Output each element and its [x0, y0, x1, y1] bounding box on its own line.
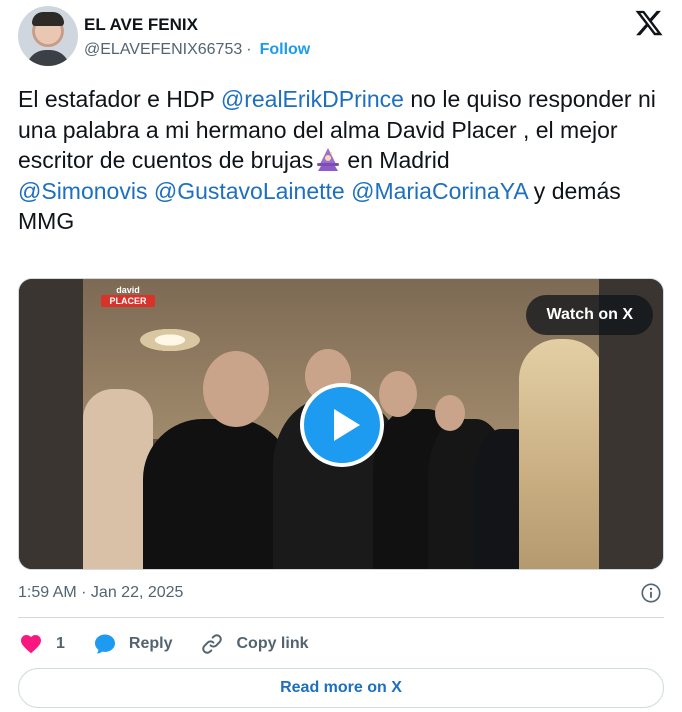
- mention-link[interactable]: @GustavoLainette: [154, 178, 345, 204]
- info-icon[interactable]: [640, 582, 662, 604]
- divider: [18, 617, 664, 618]
- watch-on-x-button[interactable]: Watch on X: [526, 295, 653, 335]
- handle-separator: ·: [246, 41, 252, 58]
- avatar-shirt: [26, 50, 70, 66]
- like-button[interactable]: 1: [18, 632, 65, 656]
- tweet-meta: 1:59 AM · Jan 22, 2025: [18, 582, 664, 606]
- tweet-actions: 1 Reply Copy link: [18, 630, 664, 658]
- video-brand-badge: david PLACER: [101, 285, 155, 307]
- timestamp[interactable]: 1:59 AM · Jan 22, 2025: [18, 584, 183, 602]
- tweet-text-segment: El estafador e HDP: [18, 86, 221, 112]
- x-logo-icon[interactable]: [634, 8, 664, 38]
- copy-link-label: Copy link: [236, 635, 309, 652]
- play-icon: [334, 409, 360, 441]
- witch-emoji-icon: [317, 148, 340, 171]
- heart-icon: [21, 635, 41, 654]
- tweet-text-segment: en Madrid: [347, 147, 450, 173]
- thumbnail-head: [435, 395, 465, 431]
- author-handle-row: @ELAVEFENIX66753 · Follow: [84, 41, 310, 59]
- video-letterbox-left: [19, 279, 83, 569]
- link-icon: [202, 634, 223, 654]
- thumbnail-figure: [143, 419, 293, 569]
- brand-top-text: david: [116, 285, 140, 295]
- mention-link[interactable]: @MariaCorinaYA: [351, 178, 527, 204]
- reply-label: Reply: [128, 635, 173, 652]
- thumbnail-head: [203, 351, 269, 427]
- brand-bottom-text: PLACER: [101, 295, 155, 307]
- mention-link[interactable]: @Simonovis: [18, 178, 147, 204]
- thumbnail-head: [379, 371, 417, 417]
- thumbnail-chandelier: [135, 327, 205, 353]
- reply-bubble-icon: [94, 634, 115, 654]
- avatar-hair: [32, 12, 64, 26]
- video-media[interactable]: david PLACER Watch on X: [18, 278, 664, 570]
- like-count: 1: [56, 635, 65, 652]
- mention-link[interactable]: @realErikDPrince: [221, 86, 404, 112]
- play-button[interactable]: [300, 383, 384, 467]
- thumbnail-figure: [519, 339, 601, 569]
- tweet-text: El estafador e HDP @realErikDPrince no l…: [18, 84, 668, 237]
- author-handle[interactable]: @ELAVEFENIX66753: [84, 41, 242, 59]
- read-more-button[interactable]: Read more on X: [18, 668, 664, 708]
- copy-link-button[interactable]: Copy link: [200, 632, 309, 656]
- author-name[interactable]: EL AVE FENIX: [84, 15, 198, 35]
- reply-button[interactable]: Reply: [93, 632, 173, 656]
- tweet-card: EL AVE FENIX @ELAVEFENIX66753 · Follow E…: [0, 0, 682, 712]
- tweet-header: EL AVE FENIX @ELAVEFENIX66753 · Follow: [18, 6, 668, 68]
- follow-button[interactable]: Follow: [260, 41, 311, 59]
- avatar[interactable]: [18, 6, 78, 66]
